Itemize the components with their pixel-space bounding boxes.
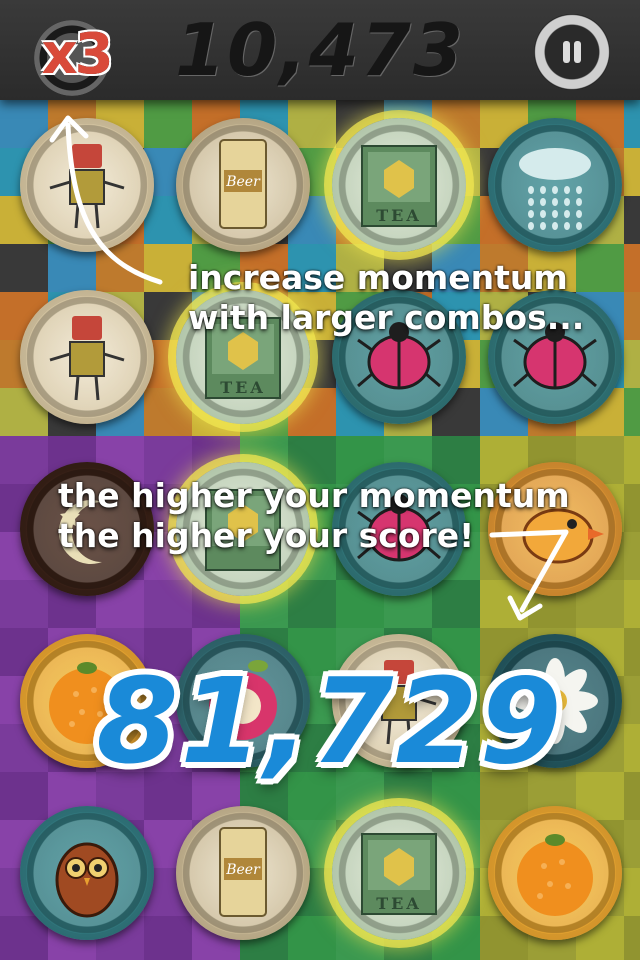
- bottle-cap[interactable]: TEA: [332, 118, 466, 252]
- momentum-multiplier-badge: x3: [28, 18, 124, 96]
- bottle-cap-label: TEA: [376, 894, 422, 913]
- score-hint: the higher your momentum the higher your…: [58, 476, 570, 556]
- bottle-cap[interactable]: [20, 290, 154, 424]
- pause-icon: [563, 41, 570, 63]
- tea-tin-icon: [361, 145, 437, 227]
- score-hint-line1: the higher your momentum: [58, 476, 570, 515]
- bottle-cap[interactable]: Beer: [176, 806, 310, 940]
- pause-button[interactable]: [534, 14, 610, 90]
- bottle-cap[interactable]: [20, 118, 154, 252]
- pause-icon-bar: [574, 41, 581, 63]
- multiplier-value: x3: [41, 22, 113, 87]
- bottle-cap[interactable]: [488, 118, 622, 252]
- bottle-cap[interactable]: [488, 806, 622, 940]
- score-display: 10,473: [175, 8, 465, 92]
- top-hud-bar: x3 10,473: [0, 0, 640, 100]
- orange-icon: [517, 834, 593, 916]
- owl-icon: [55, 842, 119, 918]
- beer-can-icon: Beer: [219, 139, 267, 229]
- bottle-cap[interactable]: Beer: [176, 118, 310, 252]
- svg-text:Beer: Beer: [225, 862, 261, 878]
- svg-text:Beer: Beer: [225, 174, 261, 190]
- momentum-hint-line1: increase momentum: [188, 258, 568, 297]
- tea-tin-icon: [361, 833, 437, 915]
- game-screen: Beer TEA TEA Beer TEA increase momentum with…: [0, 0, 640, 960]
- rain-cloud-icon: [519, 148, 591, 230]
- bottle-cap-label: TEA: [220, 378, 266, 397]
- robot-icon: [49, 144, 125, 229]
- momentum-hint-line2: with larger combos...: [188, 298, 585, 337]
- beer-can-icon: Beer: [219, 827, 267, 917]
- robot-icon: [49, 316, 125, 401]
- combo-score-popup: 81,729: [96, 652, 564, 790]
- bottle-cap-label: TEA: [376, 206, 422, 225]
- score-hint-line2: the higher your score!: [58, 516, 475, 555]
- momentum-hint: increase momentum with larger combos...: [188, 258, 584, 338]
- bottle-cap[interactable]: [20, 806, 154, 940]
- bottle-cap[interactable]: TEA: [332, 806, 466, 940]
